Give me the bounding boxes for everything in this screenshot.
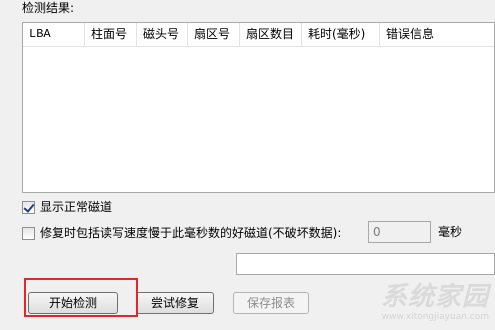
show-normal-tracks-option[interactable]: 显示正常磁道	[22, 199, 112, 215]
results-section-label: 检测结果:	[22, 1, 75, 15]
column-header-time-ms[interactable]: 耗时(毫秒)	[302, 23, 380, 47]
column-header-error-info[interactable]: 错误信息	[380, 23, 494, 47]
watermark-main-text: 系统家园	[380, 282, 489, 312]
show-normal-tracks-label: 显示正常磁道	[40, 200, 113, 214]
results-list-header: LBA 柱面号 磁头号 扇区号 扇区数目 耗时(毫秒) 错误信息	[23, 23, 494, 47]
status-text-box	[236, 253, 495, 275]
results-list[interactable]: LBA 柱面号 磁头号 扇区号 扇区数目 耗时(毫秒) 错误信息	[22, 22, 495, 193]
column-header-sector-count[interactable]: 扇区数目	[240, 23, 302, 47]
column-header-lba[interactable]: LBA	[23, 23, 85, 47]
repair-slow-tracks-option[interactable]: 修复时包括读写速度慢于此毫秒数的好磁道(不破坏数据):	[22, 225, 341, 241]
start-check-button[interactable]: 开始检测	[28, 292, 118, 314]
try-repair-button[interactable]: 尝试修复	[136, 292, 214, 314]
repair-slow-tracks-checkbox[interactable]	[22, 226, 35, 240]
threshold-unit-label: 毫秒	[438, 225, 463, 239]
column-header-head[interactable]: 磁头号	[137, 23, 188, 47]
column-header-cylinder[interactable]: 柱面号	[85, 23, 137, 47]
repair-slow-tracks-label: 修复时包括读写速度慢于此毫秒数的好磁道(不破坏数据):	[40, 226, 342, 240]
watermark-url-text: www.xitongjiayuan.com	[381, 312, 489, 322]
watermark-logo: 系统家园 www.xitongjiayuan.com	[319, 282, 489, 326]
threshold-ms-input[interactable]: 0	[368, 221, 431, 243]
column-header-sector[interactable]: 扇区号	[188, 23, 240, 47]
save-report-button[interactable]: 保存报表	[233, 292, 309, 314]
show-normal-tracks-checkbox[interactable]	[22, 200, 35, 214]
